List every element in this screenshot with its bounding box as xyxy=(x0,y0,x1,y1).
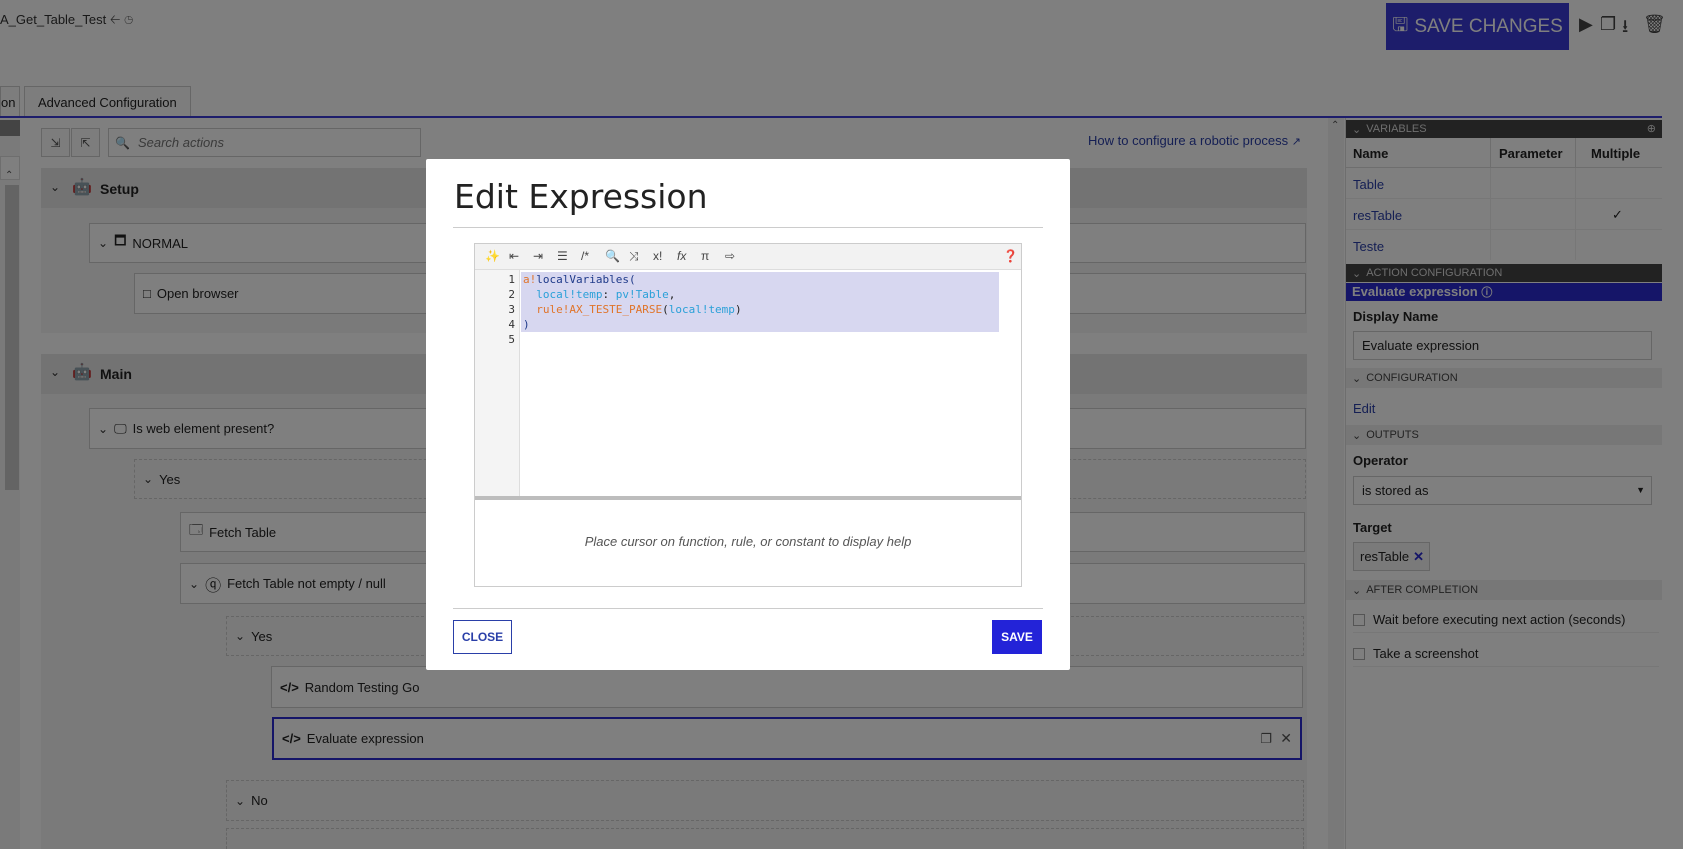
code-line-2[interactable]: local!temp: pv!Table, xyxy=(523,288,675,301)
outdent-icon[interactable]: ⇤ xyxy=(509,249,519,263)
constant-pi-icon[interactable]: π xyxy=(701,249,709,263)
format-wand-icon[interactable]: ✨ xyxy=(485,249,500,263)
indent-icon[interactable]: ⇥ xyxy=(533,249,543,263)
line-number-gutter: 1 2 3 4 5 xyxy=(475,270,520,496)
line-number: 5 xyxy=(508,333,515,346)
shuffle-icon[interactable]: ⤨ xyxy=(629,249,639,264)
line-number: 3 xyxy=(508,303,515,316)
line-number: 1 xyxy=(508,273,515,286)
divider xyxy=(453,608,1043,609)
line-number: 2 xyxy=(508,288,515,301)
expression-editor[interactable]: ✨ ⇤ ⇥ ☰ /* 🔍 ⤨ x! fx π ⇨ ❓ 1 2 3 4 5 a!l… xyxy=(474,243,1022,587)
close-button[interactable]: CLOSE xyxy=(453,620,512,654)
code-line-1[interactable]: a!localVariables( xyxy=(523,273,636,286)
search-icon[interactable]: 🔍 xyxy=(605,249,620,263)
save-button[interactable]: SAVE xyxy=(992,620,1042,654)
help-icon[interactable]: ❓ xyxy=(1003,249,1018,263)
variable-icon[interactable]: x! xyxy=(653,249,662,263)
dialog-title: Edit Expression xyxy=(454,177,708,216)
comment-icon[interactable]: /* xyxy=(581,249,589,263)
code-line-3[interactable]: rule!AX_TESTE_PARSE(local!temp) xyxy=(523,303,741,316)
editor-toolbar: ✨ ⇤ ⇥ ☰ /* 🔍 ⤨ x! fx π ⇨ ❓ xyxy=(475,244,1021,270)
edit-expression-dialog: Edit Expression ✨ ⇤ ⇥ ☰ /* 🔍 ⤨ x! fx π ⇨… xyxy=(426,159,1070,670)
divider xyxy=(453,227,1043,228)
editor-splitter[interactable] xyxy=(475,496,1021,500)
function-icon[interactable]: fx xyxy=(677,249,686,263)
function-help-text: Place cursor on function, rule, or const… xyxy=(584,534,912,549)
insert-icon[interactable]: ⇨ xyxy=(725,249,735,263)
code-line-4[interactable]: ) xyxy=(523,318,530,331)
list-icon[interactable]: ☰ xyxy=(557,249,568,263)
line-number: 4 xyxy=(508,318,515,331)
